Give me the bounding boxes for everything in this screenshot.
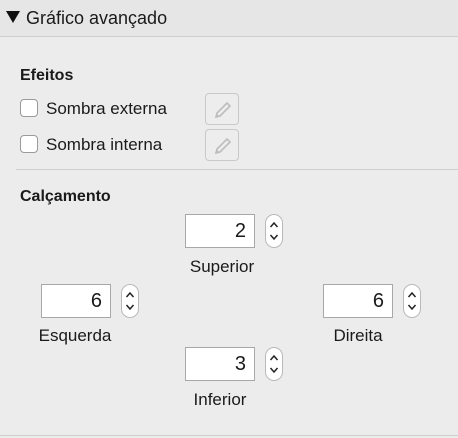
- padding-top-label: Superior: [189, 257, 255, 276]
- inner-shadow-label: Sombra interna: [46, 135, 163, 154]
- up-down-chevron-icon: [407, 291, 417, 311]
- padding-bottom-label: Inferior: [193, 390, 247, 409]
- inner-shadow-checkbox[interactable]: [20, 135, 38, 153]
- outer-shadow-checkbox[interactable]: [20, 99, 38, 117]
- panel-bottom-border: [0, 435, 458, 436]
- up-down-chevron-icon: [269, 221, 279, 241]
- triangle-down-icon[interactable]: [6, 11, 20, 23]
- padding-right-label: Direita: [333, 326, 383, 345]
- padding-left-stepper[interactable]: [121, 284, 139, 318]
- padding-top-input[interactable]: 2: [185, 214, 255, 248]
- padding-title: Calçamento: [20, 188, 111, 205]
- outer-shadow-edit-button[interactable]: [205, 93, 239, 125]
- effects-title: Efeitos: [20, 67, 74, 84]
- advanced-graphics-header[interactable]: Gráfico avançado: [0, 0, 458, 37]
- outer-shadow-row: Sombra externa: [20, 97, 200, 121]
- up-down-chevron-icon: [269, 354, 279, 374]
- padding-top-stepper[interactable]: [265, 214, 283, 248]
- pencil-icon: [214, 137, 232, 155]
- section-divider: [16, 169, 458, 170]
- padding-left-label: Esquerda: [38, 326, 112, 345]
- padding-bottom-input[interactable]: 3: [185, 347, 255, 381]
- pencil-icon: [214, 101, 232, 119]
- inner-shadow-edit-button[interactable]: [205, 129, 239, 161]
- outer-shadow-label: Sombra externa: [46, 99, 167, 118]
- up-down-chevron-icon: [125, 291, 135, 311]
- inner-shadow-row: Sombra interna: [20, 133, 200, 157]
- padding-left-input[interactable]: 6: [41, 284, 111, 318]
- padding-right-stepper[interactable]: [403, 284, 421, 318]
- panel-title: Gráfico avançado: [26, 8, 168, 28]
- padding-right-input[interactable]: 6: [323, 284, 393, 318]
- padding-bottom-stepper[interactable]: [265, 347, 283, 381]
